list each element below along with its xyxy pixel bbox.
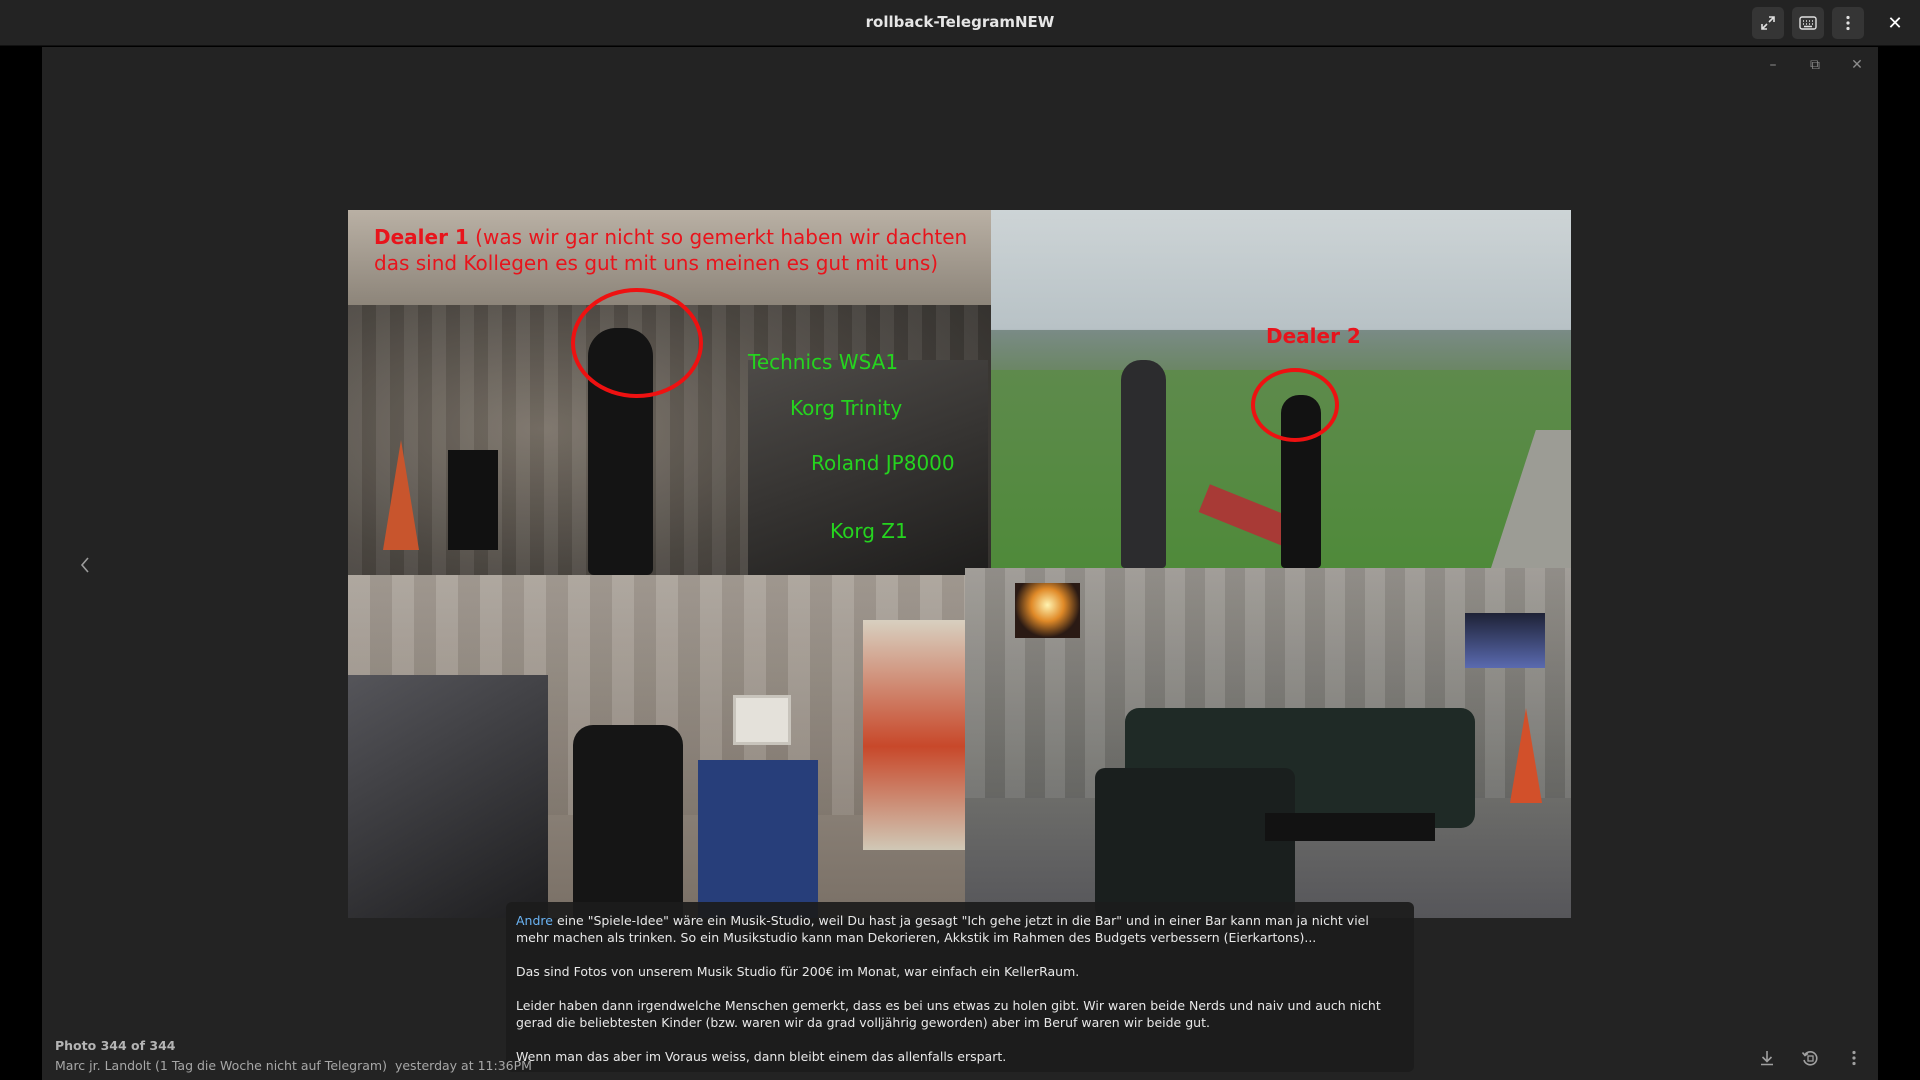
expand-arrows-icon bbox=[1761, 16, 1775, 30]
media-viewer: – ⧉ ✕ Dealer 1 (was wir gar nicht so gem… bbox=[42, 47, 1878, 1080]
studio-photo-lounge bbox=[965, 568, 1571, 918]
message-timestamp[interactable]: yesterday at 11:36PM bbox=[395, 1058, 532, 1073]
caption-paragraph: Andre eine "Spiele-Idee" wäre ein Musik-… bbox=[516, 913, 1369, 945]
photo[interactable]: Dealer 1 (was wir gar nicht so gemerkt h… bbox=[348, 210, 1571, 918]
vertical-dots-icon bbox=[1846, 15, 1850, 31]
studio-photo-dealer1: Dealer 1 (was wir gar nicht so gemerkt h… bbox=[348, 210, 991, 575]
photo-caption: Andre eine "Spiele-Idee" wäre ein Musik-… bbox=[506, 902, 1414, 1072]
previous-photo-button[interactable] bbox=[70, 550, 100, 580]
download-icon bbox=[1761, 1051, 1773, 1066]
chevron-left-icon bbox=[80, 557, 89, 573]
rotate-icon bbox=[1801, 1051, 1818, 1066]
photo-info: Photo 344 of 344 Marc jr. Landolt (1 Tag… bbox=[55, 1036, 532, 1076]
download-button[interactable] bbox=[1752, 1043, 1782, 1073]
caption-paragraph: Leider haben dann irgendwelche Menschen … bbox=[516, 998, 1381, 1030]
photo-counter: Photo 344 of 344 bbox=[55, 1038, 176, 1053]
rotate-button[interactable] bbox=[1795, 1043, 1825, 1073]
host-titlebar: rollback-TelegramNEW ✕ bbox=[0, 0, 1920, 46]
window-title: rollback-TelegramNEW bbox=[865, 13, 1055, 31]
dealer1-annotation: Dealer 1 (was wir gar nicht so gemerkt h… bbox=[374, 225, 968, 275]
more-options-button[interactable] bbox=[1839, 1043, 1869, 1073]
caption-paragraph: Das sind Fotos von unserem Musik Studio … bbox=[516, 964, 1080, 979]
window-menu-button[interactable] bbox=[1832, 7, 1864, 39]
vertical-dots-icon bbox=[1852, 1050, 1856, 1066]
gear-label-technics: Technics WSA1 bbox=[748, 350, 899, 374]
keyboard-icon bbox=[1799, 16, 1817, 30]
red-circle-marker bbox=[1251, 368, 1339, 442]
gear-label-roland: Roland JP8000 bbox=[811, 451, 955, 475]
field-photo-dealer2: Dealer 2 bbox=[991, 210, 1571, 568]
viewer-close-button[interactable]: ✕ bbox=[1845, 53, 1869, 77]
minimize-button[interactable]: – bbox=[1761, 53, 1785, 77]
dealer2-annotation: Dealer 2 bbox=[1266, 324, 1361, 348]
sender-name[interactable]: Marc jr. Landolt (1 Tag die Woche nicht … bbox=[55, 1058, 387, 1073]
caption-paragraph: Wenn man das aber im Voraus weiss, dann … bbox=[516, 1049, 1007, 1064]
red-circle-marker bbox=[571, 288, 703, 398]
fullscreen-button[interactable] bbox=[1752, 7, 1784, 39]
studio-photo-desk bbox=[348, 575, 965, 918]
keyboard-button[interactable] bbox=[1792, 7, 1824, 39]
gear-label-korg-z1: Korg Z1 bbox=[830, 519, 908, 543]
restore-button[interactable]: ⧉ bbox=[1803, 53, 1827, 77]
window-close-button[interactable]: ✕ bbox=[1884, 12, 1906, 34]
mention-link[interactable]: Andre bbox=[516, 913, 553, 928]
gear-label-korg-trinity: Korg Trinity bbox=[790, 396, 903, 420]
